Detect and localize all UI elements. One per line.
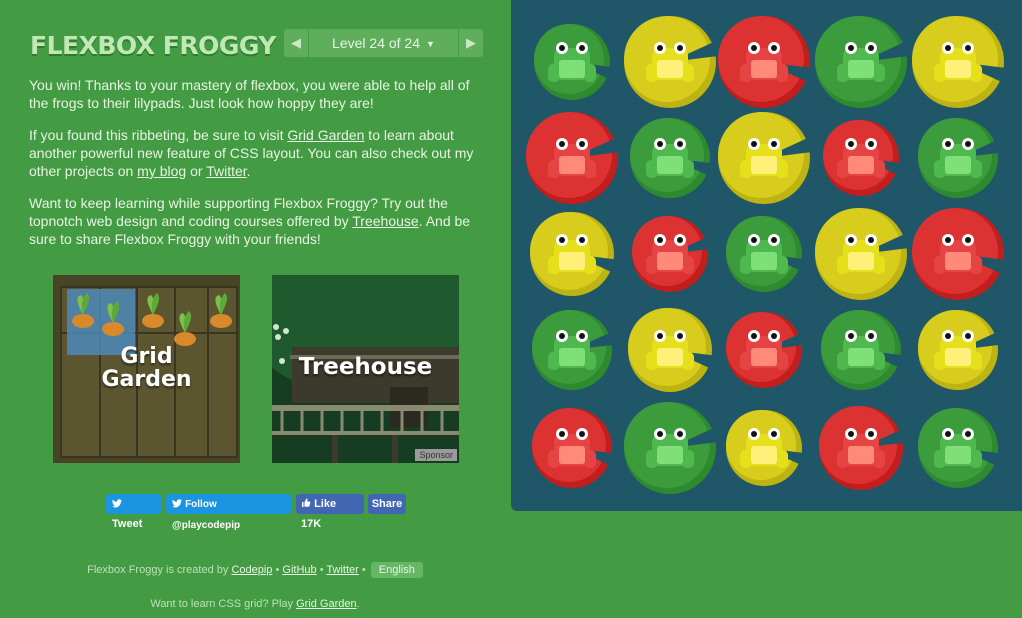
grid-garden-promo[interactable]: Grid Garden — [53, 275, 240, 463]
lilypad-yellow-with-frog-yellow — [714, 398, 814, 498]
level-indicator-dropdown[interactable]: Level 24 of 24 ▼ — [309, 29, 458, 57]
treehouse-promo[interactable]: Treehouse Sponsor — [272, 275, 459, 463]
lilypad-green-with-frog-green — [620, 108, 720, 208]
lilypad-yellow-with-frog-yellow — [620, 300, 721, 400]
treehouse-link[interactable]: Treehouse — [352, 213, 418, 229]
credits-text: Flexbox Froggy is created by — [87, 564, 232, 576]
follow-button[interactable]: Follow @playcodepip — [166, 494, 291, 531]
sidebar: FLEXBOX FROGGY ◀ Level 24 of 24 ▼ ▶ You w… — [0, 0, 510, 618]
arrow-right-icon: ▶ — [466, 35, 476, 50]
next-level-button[interactable]: ▶ — [459, 29, 483, 57]
pond-board — [511, 0, 1022, 511]
grid-garden-title-line1: Grid — [120, 344, 173, 369]
lilypad-green-with-frog-green — [522, 300, 622, 400]
lilypad-red-with-frog-red — [811, 398, 912, 498]
lilypad-red-with-frog-red — [522, 398, 622, 498]
twitter-bird-icon — [172, 498, 185, 510]
codepip-link[interactable]: Codepip — [231, 564, 272, 576]
win-message: You win! Thanks to your mastery of flexb… — [29, 77, 470, 111]
arrow-left-icon: ◀ — [291, 35, 301, 50]
lilypad-yellow-with-frog-yellow — [908, 300, 1008, 400]
lilypad-green-with-frog-green — [522, 12, 622, 112]
lilypad-green-with-frog-green — [811, 300, 911, 400]
twitter-footer-link[interactable]: Twitter — [326, 564, 358, 576]
separator: • — [272, 564, 283, 576]
lilypad-red-with-frog-red — [714, 300, 814, 400]
lilypad-green-with-frog-green — [620, 398, 726, 498]
grid-footer-end: . — [356, 598, 360, 610]
facebook-like-button[interactable]: Like 17K — [296, 494, 364, 530]
lilypad-red-with-frog-red — [811, 108, 911, 208]
twitter-link[interactable]: Twitter — [206, 163, 246, 179]
grid-garden-paragraph: If you found this ribbeting, be sure to … — [29, 126, 489, 180]
lilypad-yellow-with-frog-yellow — [908, 12, 1014, 112]
paragraph-text: or — [186, 163, 207, 179]
level-label: Level 24 of 24 — [332, 35, 421, 51]
twitter-bird-icon — [112, 498, 122, 510]
tweet-label: Tweet — [112, 518, 143, 530]
grid-garden-link[interactable]: Grid Garden — [287, 127, 364, 143]
lilypad-green-with-frog-green — [908, 108, 1008, 208]
lilypad-yellow-with-frog-yellow — [811, 204, 917, 304]
previous-level-button[interactable]: ◀ — [284, 29, 308, 57]
lilypad-yellow-with-frog-yellow — [620, 12, 726, 112]
lilypad-green-with-frog-green — [811, 12, 917, 112]
treehouse-title: Treehouse — [298, 354, 433, 380]
sponsor-badge: Sponsor — [415, 449, 457, 461]
paragraph-text: If you found this ribbeting, be sure to … — [29, 127, 288, 143]
lilypad-green-with-frog-green — [714, 204, 814, 304]
lilypad-red-with-frog-red — [714, 12, 820, 112]
grid-garden-footer-link[interactable]: Grid Garden — [296, 598, 357, 610]
language-selector[interactable]: English — [370, 562, 423, 578]
lilypad-red-with-frog-red — [522, 108, 628, 208]
blog-link[interactable]: my blog — [137, 163, 186, 179]
credits-footer: Flexbox Froggy is created by Codepip • G… — [0, 562, 510, 578]
github-link[interactable]: GitHub — [282, 564, 316, 576]
separator: • — [358, 564, 369, 576]
thumbs-up-icon — [301, 498, 314, 510]
grid-garden-footer: Want to learn CSS grid? Play Grid Garden… — [0, 598, 510, 610]
share-label: Share — [371, 498, 403, 510]
lilypad-green-with-frog-green — [908, 398, 1008, 498]
lilypad-yellow-with-frog-yellow — [714, 108, 820, 208]
lilypad-red-with-frog-red — [620, 204, 720, 304]
lilypad-yellow-with-frog-yellow — [522, 204, 623, 304]
caret-down-icon: ▼ — [426, 39, 435, 49]
lilypad-red-with-frog-red — [908, 204, 1014, 304]
level-navigation: ◀ Level 24 of 24 ▼ ▶ — [284, 29, 483, 57]
facebook-share-button[interactable]: Share — [368, 494, 406, 514]
separator: • — [316, 564, 327, 576]
app-logo: FLEXBOX FROGGY — [30, 31, 276, 60]
paragraph-text: . — [246, 163, 251, 179]
grid-footer-text: Want to learn CSS grid? Play — [150, 598, 297, 610]
treehouse-paragraph: Want to keep learning while supporting F… — [29, 194, 489, 248]
grid-garden-title-line2: Garden — [101, 367, 192, 392]
tweet-button[interactable]: Tweet — [106, 494, 161, 530]
